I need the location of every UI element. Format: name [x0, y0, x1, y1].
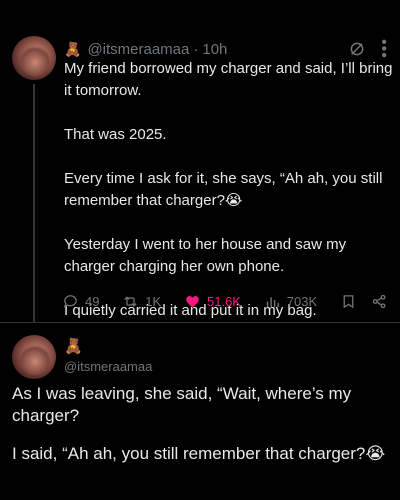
- bookmark-icon[interactable]: [340, 293, 357, 310]
- views-button[interactable]: 703K: [264, 293, 317, 310]
- repost-icon: [124, 295, 137, 307]
- share-group: [340, 293, 388, 310]
- post-time[interactable]: 10h: [202, 41, 227, 58]
- action-bar: 49 1K 51.6K 703K: [62, 290, 388, 312]
- avatar[interactable]: [12, 36, 56, 80]
- grok-icon[interactable]: [348, 40, 366, 58]
- more-options-icon[interactable]: •••: [375, 39, 392, 59]
- avatar[interactable]: [12, 335, 56, 379]
- like-count: 51.6K: [207, 293, 241, 309]
- views-icon: [266, 296, 279, 307]
- post-paragraph: Yesterday I went to her house and saw my…: [64, 236, 351, 275]
- display-name-emoji[interactable]: 🧸: [64, 41, 81, 58]
- views-count: 703K: [286, 293, 318, 309]
- reply-count: 49: [85, 293, 100, 309]
- post-paragraph: That was 2025.: [64, 126, 167, 143]
- repost-count: 1K: [145, 293, 162, 309]
- post-paragraph: Every time I ask for it, she says, “Ah a…: [64, 170, 387, 209]
- post-text: As I was leaving, she said, “Wait, where…: [12, 383, 392, 481]
- post-reply[interactable]: 🧸 @itsmeraamaa As I was leaving, she sai…: [0, 323, 400, 500]
- user-handle[interactable]: @itsmeraamaa: [64, 359, 152, 374]
- post-paragraph: I said, “Ah ah, you still remember that …: [12, 444, 386, 463]
- thread-line: [33, 84, 35, 322]
- heart-icon: [186, 295, 199, 307]
- post-header: 🧸 @itsmeraamaa · 10h •••: [64, 38, 392, 60]
- like-button[interactable]: 51.6K: [184, 293, 241, 310]
- separator-dot: ·: [193, 40, 199, 58]
- post-paragraph: My friend borrowed my charger and said, …: [64, 60, 397, 99]
- share-icon[interactable]: [371, 293, 388, 310]
- post-paragraph: As I was leaving, she said, “Wait, where…: [12, 384, 356, 425]
- reply-icon: [63, 294, 77, 308]
- display-name-emoji[interactable]: 🧸: [64, 337, 83, 355]
- repost-button[interactable]: 1K: [122, 293, 161, 310]
- post-main[interactable]: 🧸 @itsmeraamaa · 10h ••• My friend borro…: [0, 0, 400, 322]
- user-handle[interactable]: @itsmeraamaa: [87, 41, 189, 58]
- header-icons: •••: [348, 39, 392, 59]
- reply-button[interactable]: 49: [62, 293, 99, 310]
